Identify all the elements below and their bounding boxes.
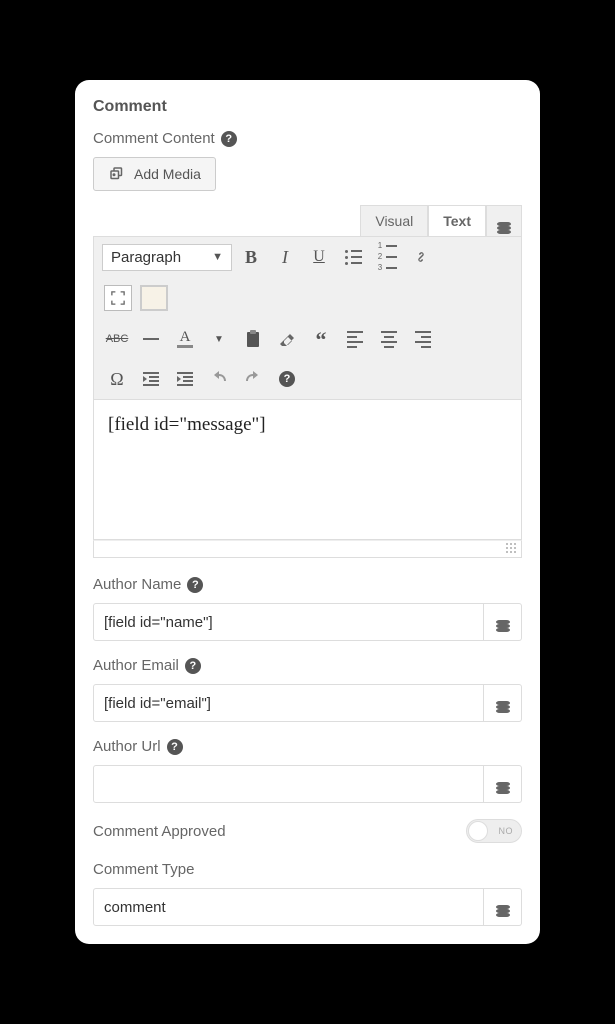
undo-icon: [210, 371, 228, 387]
help-icon[interactable]: ?: [187, 577, 203, 593]
undo-button[interactable]: [204, 365, 234, 393]
author-url-db-button[interactable]: [484, 765, 522, 803]
help-icon[interactable]: ?: [221, 131, 237, 147]
indent-button[interactable]: [170, 365, 200, 393]
author-name-label-row: Author Name ?: [93, 576, 522, 593]
format-dropdown-label: Paragraph: [111, 249, 181, 266]
media-icon: [108, 165, 126, 183]
underline-button[interactable]: U: [304, 243, 334, 271]
section-title: Comment: [93, 98, 522, 116]
numbered-list-icon: 123: [378, 242, 397, 272]
align-right-icon: [415, 331, 431, 348]
clear-format-button[interactable]: [272, 325, 302, 353]
content-label: Comment Content: [93, 130, 215, 147]
align-center-button[interactable]: [374, 325, 404, 353]
link-icon: [412, 248, 430, 266]
clipboard-icon: [245, 330, 261, 348]
redo-button[interactable]: [238, 365, 268, 393]
fullscreen-icon: [111, 291, 125, 305]
redo-icon: [244, 371, 262, 387]
comment-type-label: Comment Type: [93, 861, 194, 878]
bullet-list-icon: [345, 250, 362, 265]
blockquote-button[interactable]: “: [306, 325, 336, 353]
database-icon: [496, 701, 510, 705]
link-button[interactable]: [406, 243, 436, 271]
align-right-button[interactable]: [408, 325, 438, 353]
chevron-down-icon: ▼: [212, 251, 223, 263]
editor-resize-handle[interactable]: [93, 540, 522, 558]
outdent-icon: [143, 372, 159, 386]
tab-visual[interactable]: Visual: [360, 205, 428, 236]
author-name-label: Author Name: [93, 576, 181, 593]
strikethrough-button[interactable]: ABC: [102, 325, 132, 353]
paste-button[interactable]: [238, 325, 268, 353]
text-color-button[interactable]: A: [170, 325, 200, 353]
tab-text[interactable]: Text: [428, 205, 486, 236]
comment-approved-toggle[interactable]: NO: [466, 819, 522, 843]
text-color-picker-button[interactable]: ▼: [204, 325, 234, 353]
comment-type-label-row: Comment Type: [93, 861, 522, 878]
format-dropdown[interactable]: Paragraph ▼: [102, 244, 232, 271]
help-icon: ?: [279, 371, 295, 387]
comment-type-db-button[interactable]: [484, 888, 522, 926]
database-icon: [497, 222, 511, 226]
author-name-db-button[interactable]: [484, 603, 522, 641]
toolbar-toggle-button[interactable]: [140, 285, 168, 311]
help-icon[interactable]: ?: [185, 658, 201, 674]
content-label-row: Comment Content ?: [93, 130, 522, 147]
align-left-button[interactable]: [340, 325, 370, 353]
outdent-button[interactable]: [136, 365, 166, 393]
comment-panel: Comment Comment Content ? Add Media Visu…: [75, 80, 540, 944]
author-email-db-button[interactable]: [484, 684, 522, 722]
align-center-icon: [381, 331, 397, 348]
eraser-icon: [279, 331, 295, 347]
bold-button[interactable]: B: [236, 243, 266, 271]
toggle-knob: [468, 821, 488, 841]
fullscreen-button[interactable]: [104, 285, 132, 311]
add-media-label: Add Media: [134, 166, 201, 182]
text-color-icon: A: [177, 330, 193, 348]
special-char-button[interactable]: Ω: [102, 365, 132, 393]
editor-tabs: Visual Text: [93, 205, 522, 236]
comment-approved-label: Comment Approved: [93, 823, 226, 840]
author-url-label-row: Author Url ?: [93, 738, 522, 755]
indent-icon: [177, 372, 193, 386]
comment-type-input[interactable]: [93, 888, 484, 926]
editor-textarea[interactable]: [field id="message"]: [93, 400, 522, 540]
editor-toolbar: Paragraph ▼ B I U 123 ABC: [93, 236, 522, 400]
author-name-input[interactable]: [93, 603, 484, 641]
numbered-list-button[interactable]: 123: [372, 243, 402, 271]
align-left-icon: [347, 331, 363, 348]
author-url-label: Author Url: [93, 738, 161, 755]
author-email-input[interactable]: [93, 684, 484, 722]
author-email-label: Author Email: [93, 657, 179, 674]
database-icon: [496, 782, 510, 786]
help-icon[interactable]: ?: [167, 739, 183, 755]
database-icon: [496, 620, 510, 624]
add-media-button[interactable]: Add Media: [93, 157, 216, 191]
hr-icon: [143, 338, 159, 340]
grip-icon: [505, 542, 517, 554]
editor-help-button[interactable]: ?: [272, 365, 302, 393]
horizontal-rule-button[interactable]: [136, 325, 166, 353]
italic-button[interactable]: I: [270, 243, 300, 271]
toggle-state-label: NO: [499, 826, 514, 836]
author-email-label-row: Author Email ?: [93, 657, 522, 674]
tab-database[interactable]: [486, 205, 522, 236]
author-url-input[interactable]: [93, 765, 484, 803]
database-icon: [496, 905, 510, 909]
bullet-list-button[interactable]: [338, 243, 368, 271]
